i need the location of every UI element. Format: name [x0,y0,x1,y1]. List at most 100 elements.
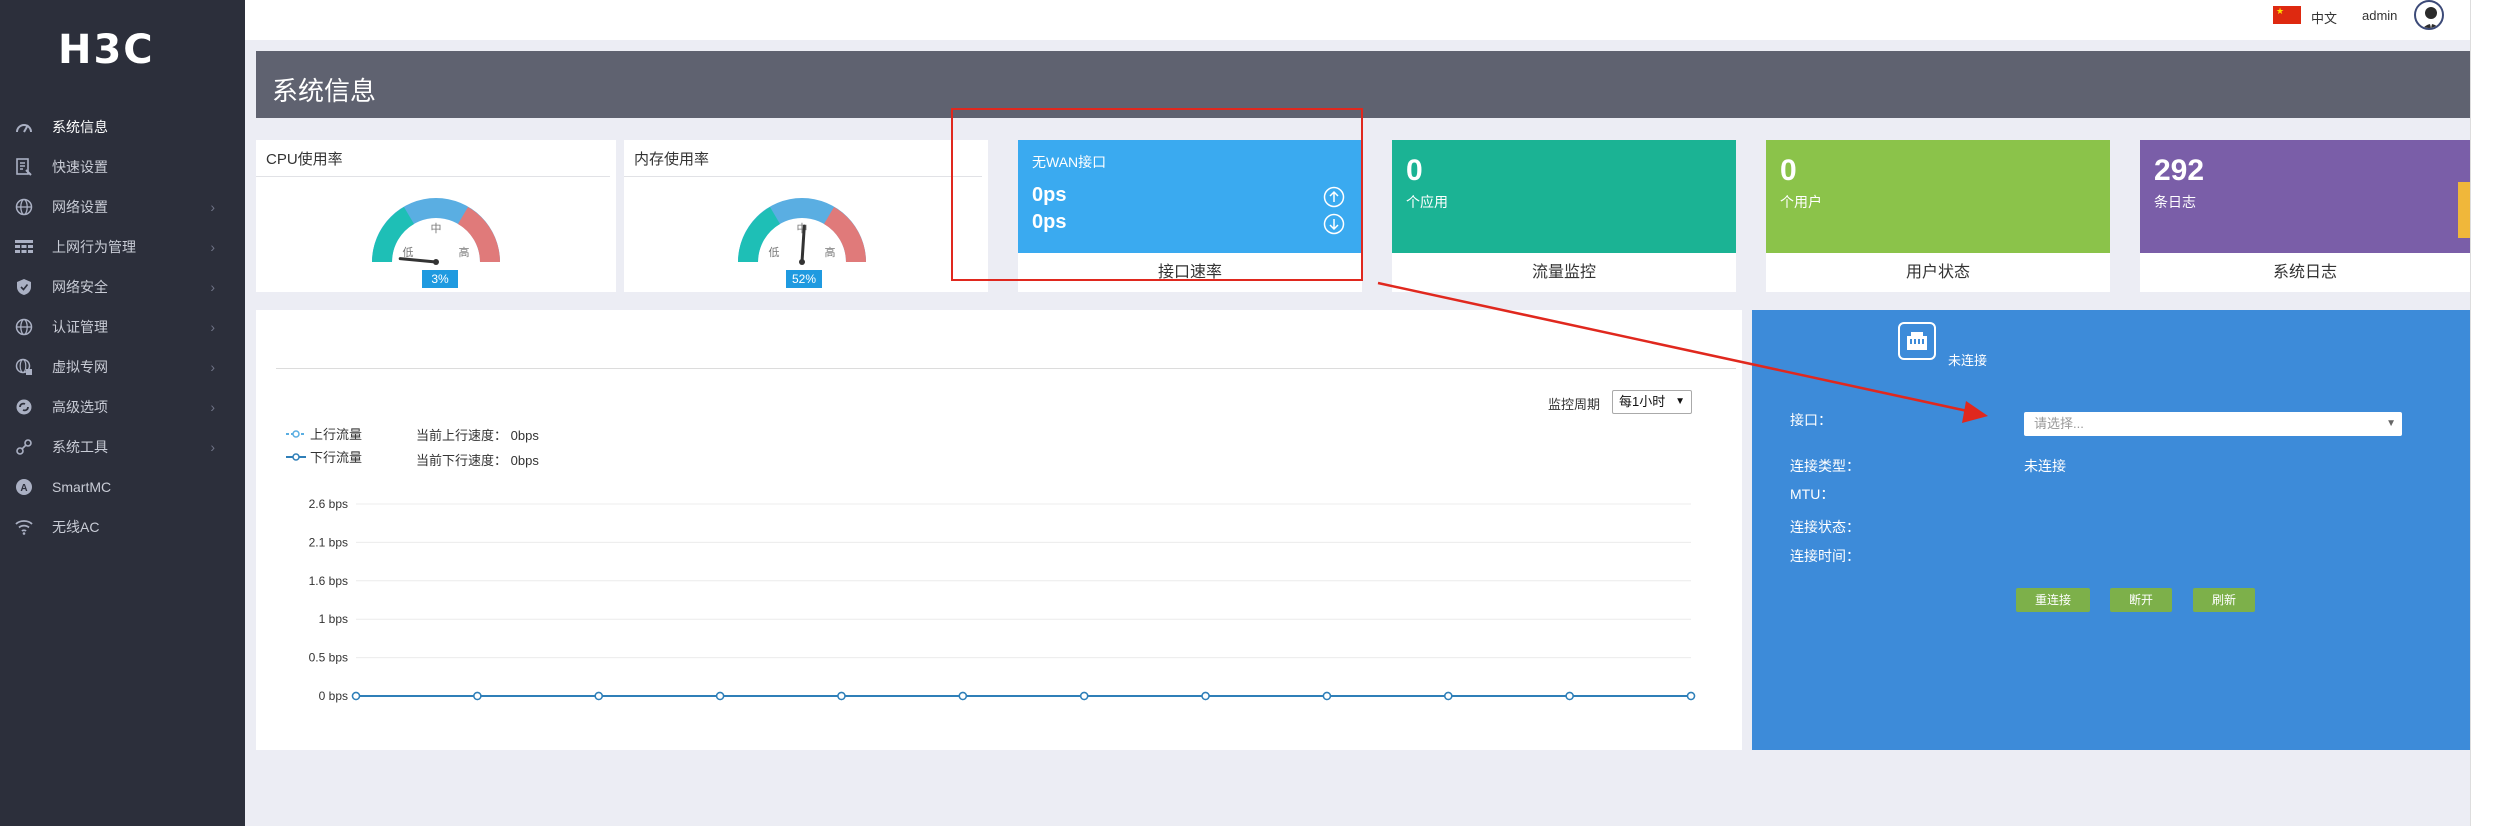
gauge-needle-hub [799,259,805,265]
series-point-1 [473,691,482,701]
sidebar-item-2[interactable]: 网络设置 › [0,187,245,227]
apps-tile-body: 0 个应用 [1392,140,1736,253]
dashboard-icon [14,117,34,137]
sidebar-item-10[interactable]: 无线AC [0,507,245,547]
chevron-right-icon: › [210,359,215,375]
chevron-right-icon: › [210,279,215,295]
y-tick-label: 1.6 bps [309,574,348,588]
sidebar-item-6[interactable]: 虚拟专网 › [0,347,245,387]
system-log-footer[interactable]: 系统日志 [2140,253,2470,292]
series-point-1 [1322,691,1332,701]
traffic-monitor-footer[interactable]: 流量监控 [1392,253,1736,292]
sidebar-item-label: 虚拟专网 [52,359,108,375]
reconnect-button[interactable]: 重连接 [2016,588,2090,612]
refresh-button[interactable]: 刷新 [2193,588,2255,612]
user-status-footer[interactable]: 用户状态 [1766,253,2110,292]
username[interactable]: admin [2362,8,2397,23]
system-log-tile[interactable]: 292 条日志 系统日志 [2140,140,2470,292]
sidebar-item-label: 高级选项 [52,399,108,415]
chevron-right-icon: › [210,399,215,415]
gears-icon [14,397,34,417]
logs-count-label: 条日志 [2154,194,2196,210]
memory-percent-badge: 52% [786,270,822,288]
sidebar-item-7[interactable]: 高级选项 › [0,387,245,427]
divider [256,176,610,177]
quick-setup-icon [14,157,34,177]
sidebar-item-label: 系统信息 [52,119,108,135]
gauge-needle [398,257,438,264]
divider [624,176,982,177]
china-flag-icon[interactable] [2273,6,2301,24]
language-switch[interactable]: 中文 [2311,8,2337,27]
connection-type-label: 连接类型： [1790,458,1860,474]
y-tick-label: 2.6 bps [309,497,348,511]
interface-label: 接口： [1790,412,1832,428]
series-point-1 [715,691,725,701]
cpu-percent-badge: 3% [422,270,458,288]
sidebar-item-0[interactable]: 系统信息 [0,107,245,147]
svg-text:高: 高 [825,245,836,259]
interface-placeholder: 请选择... [2034,416,2084,431]
series-point-1 [594,691,603,701]
memory-gauge: 中 低 高 [738,198,866,265]
chevron-down-icon: ▼ [2386,418,2396,429]
sidebar-item-1[interactable]: 快速设置 [0,147,245,187]
svg-text:低: 低 [403,246,414,259]
sidebar-item-8[interactable]: 系统工具 › [0,427,245,467]
user-status-tile[interactable]: 0 个用户 用户状态 [1766,140,2110,292]
grid-icon [14,237,34,257]
cpu-gauge-panel: CPU使用率 中 低 高 3% [256,140,616,292]
sidebar-item-label: 无线AC [52,519,100,535]
series-point-1 [958,691,968,701]
series-point-1 [351,691,361,701]
connection-status: 未连接 [1948,353,1988,368]
interface-select[interactable]: 请选择... ▼ [2024,412,2402,436]
cpu-gauge-title: CPU使用率 [266,151,343,168]
sidebar-item-3[interactable]: 上网行为管理 › [0,227,245,267]
annotation-highlight-box [951,108,1363,281]
globe-icon [14,317,34,337]
series-point-1 [1444,691,1453,701]
users-count: 0 [1780,154,1797,187]
connection-panel: 未连接 接口： 请选择... ▼ 连接类型： 未连接 MTU： 连接状态： 连接… [1752,310,2470,750]
traffic-monitor-tile[interactable]: 0 个应用 流量监控 [1392,140,1736,292]
sidebar-item-4[interactable]: 网络安全 › [0,267,245,307]
users-count-label: 个用户 [1780,194,1822,210]
page-title-bar: 系统信息 [256,51,2470,118]
connection-type-value: 未连接 [2024,458,2066,474]
y-tick-label: 2.1 bps [309,535,348,549]
svg-text:高: 高 [459,245,470,259]
disconnect-button[interactable]: 断开 [2110,588,2172,612]
traffic-panel: 监控周期 每1小时 ▼ 上行流量 下行流量 当前上行速度： 0bps 当前下行速… [256,310,1742,750]
cpu-gauge: 中 低 高 [372,198,500,265]
sidebar-item-9[interactable]: A SmartMC [0,467,245,507]
connection-state-label: 连接状态： [1790,519,1860,535]
y-tick-label: 0 bps [319,689,348,703]
avatar[interactable] [2414,0,2444,30]
y-tick-label: 0.5 bps [309,651,348,665]
memory-gauge-title: 内存使用率 [634,151,710,168]
logs-tile-body: 292 条日志 [2140,140,2470,253]
page-title: 系统信息 [272,76,377,106]
sidebar-item-label: 网络安全 [52,279,108,295]
tools-icon [14,437,34,457]
traffic-line-chart: 2.6 bps 2.1 bps 1.6 bps 1 bps 0.5 bps 0 bps [309,497,1696,703]
apps-count: 0 [1406,154,1423,187]
chevron-right-icon: › [210,239,215,255]
connection-time-label: 连接时间： [1790,548,1860,564]
wifi-icon [14,517,34,537]
memory-gauge-panel: 内存使用率 中 低 高 52% [624,140,988,292]
chevron-right-icon: › [210,199,215,215]
sidebar-item-label: 快速设置 [52,159,108,175]
y-tick-label: 1 bps [319,612,348,626]
svg-text:A: A [20,483,27,494]
right-scroll-track[interactable] [2470,0,2499,826]
chevron-right-icon: › [210,439,215,455]
sidebar: H3C 系统信息 快速设置 网络设置 › 上网行为管理 › 网络安全 › 认证管理 › 虚拟专网 › 高… [0,0,245,826]
series-point-1 [1079,691,1089,701]
sidebar-item-label: 系统工具 [52,439,108,455]
ethernet-port-icon [1898,322,1936,360]
sidebar-item-label: 上网行为管理 [52,239,136,255]
sidebar-item-5[interactable]: 认证管理 › [0,307,245,347]
brand-logo: H3C [58,27,155,73]
